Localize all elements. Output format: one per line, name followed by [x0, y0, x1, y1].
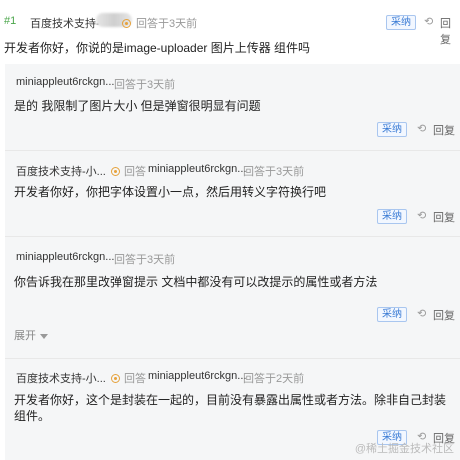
reply-button[interactable]: 回复 [440, 15, 460, 47]
reply-author[interactable]: miniappleut6rckgn... [16, 251, 114, 263]
reply-content: 开发者你好，你把字体设置小一点，然后用转义字符换行吧 [14, 185, 327, 199]
top-answer: #1 百度技术支持- ~ 回答于3天前 采纳 ⟲ 回复 开发者你好，你说的是im… [0, 0, 460, 60]
reply-button[interactable]: 回复 [433, 307, 455, 323]
reply-button[interactable]: 回复 [433, 122, 455, 138]
verified-badge-icon [111, 370, 120, 388]
verified-badge-icon [122, 15, 131, 33]
reply-arrow-icon: ⟲ [424, 16, 434, 28]
reply-card: miniappleut6rckgn... 回答于3天前 你告诉我在那里改弹窗提示… [5, 236, 460, 322]
reply-content-line1: 开发者你好，这个是封装在一起的，目前没有暴露出属性或者方法。除非自己封装 [14, 393, 447, 407]
reply-card: 百度技术支持-小... 回答 miniappleut6rckgn... 回答于3… [5, 150, 460, 236]
reply-time: 回答于2天前 [243, 373, 305, 385]
reply-arrow-icon: ⟲ [417, 123, 427, 135]
expand-label: 展开 [14, 330, 36, 342]
reply-content: 是的 我限制了图片大小 但是弹窗很明显有问题 [14, 99, 261, 113]
floor-number: #1 [4, 15, 17, 27]
reply-card: miniappleut6rckgn... 回答于3天前 是的 我限制了图片大小 … [5, 64, 460, 150]
reply-word: 回答 [124, 166, 146, 178]
reply-time: 回答于3天前 [243, 166, 305, 178]
reply-target[interactable]: miniappleut6rckgn... [148, 370, 246, 382]
adopt-button[interactable]: 采纳 [386, 15, 416, 30]
reply-time: 回答于3天前 [114, 254, 176, 266]
reply-author[interactable]: miniappleut6rckgn... [16, 76, 114, 88]
reply-content-line2: 组件。 [14, 409, 51, 423]
reply-author[interactable]: 百度技术支持-小... [16, 370, 106, 386]
author-name[interactable]: 百度技术支持- [30, 15, 100, 31]
adopt-button[interactable]: 采纳 [377, 122, 407, 137]
verified-badge-icon [111, 163, 120, 181]
reply-arrow-icon: ⟲ [417, 308, 427, 320]
expand-row: 展开 [5, 322, 460, 358]
adopt-button[interactable]: 采纳 [377, 209, 407, 224]
watermark: @稀土掘金技术社区 [354, 443, 454, 455]
reply-author[interactable]: 百度技术支持-小... [16, 163, 106, 179]
reply-word: 回答 [124, 373, 146, 385]
adopt-button[interactable]: 采纳 [377, 307, 407, 322]
expand-button[interactable]: 展开 [14, 327, 48, 343]
answer-time: 回答于3天前 [136, 18, 198, 30]
divider [5, 236, 460, 237]
reply-target[interactable]: miniappleut6rckgn... [148, 163, 246, 175]
divider [5, 150, 460, 151]
answer-content: 开发者你好，你说的是image-uploader 图片上传器 组件吗 [4, 41, 311, 55]
reply-time: 回答于3天前 [114, 79, 176, 91]
reply-button[interactable]: 回复 [433, 209, 455, 225]
chevron-down-icon [40, 333, 48, 339]
divider [5, 358, 460, 359]
reply-arrow-icon: ⟲ [417, 210, 427, 222]
reply-content: 你告诉我在那里改弹窗提示 文档中都没有可以改提示的属性或者方法 [14, 275, 378, 289]
